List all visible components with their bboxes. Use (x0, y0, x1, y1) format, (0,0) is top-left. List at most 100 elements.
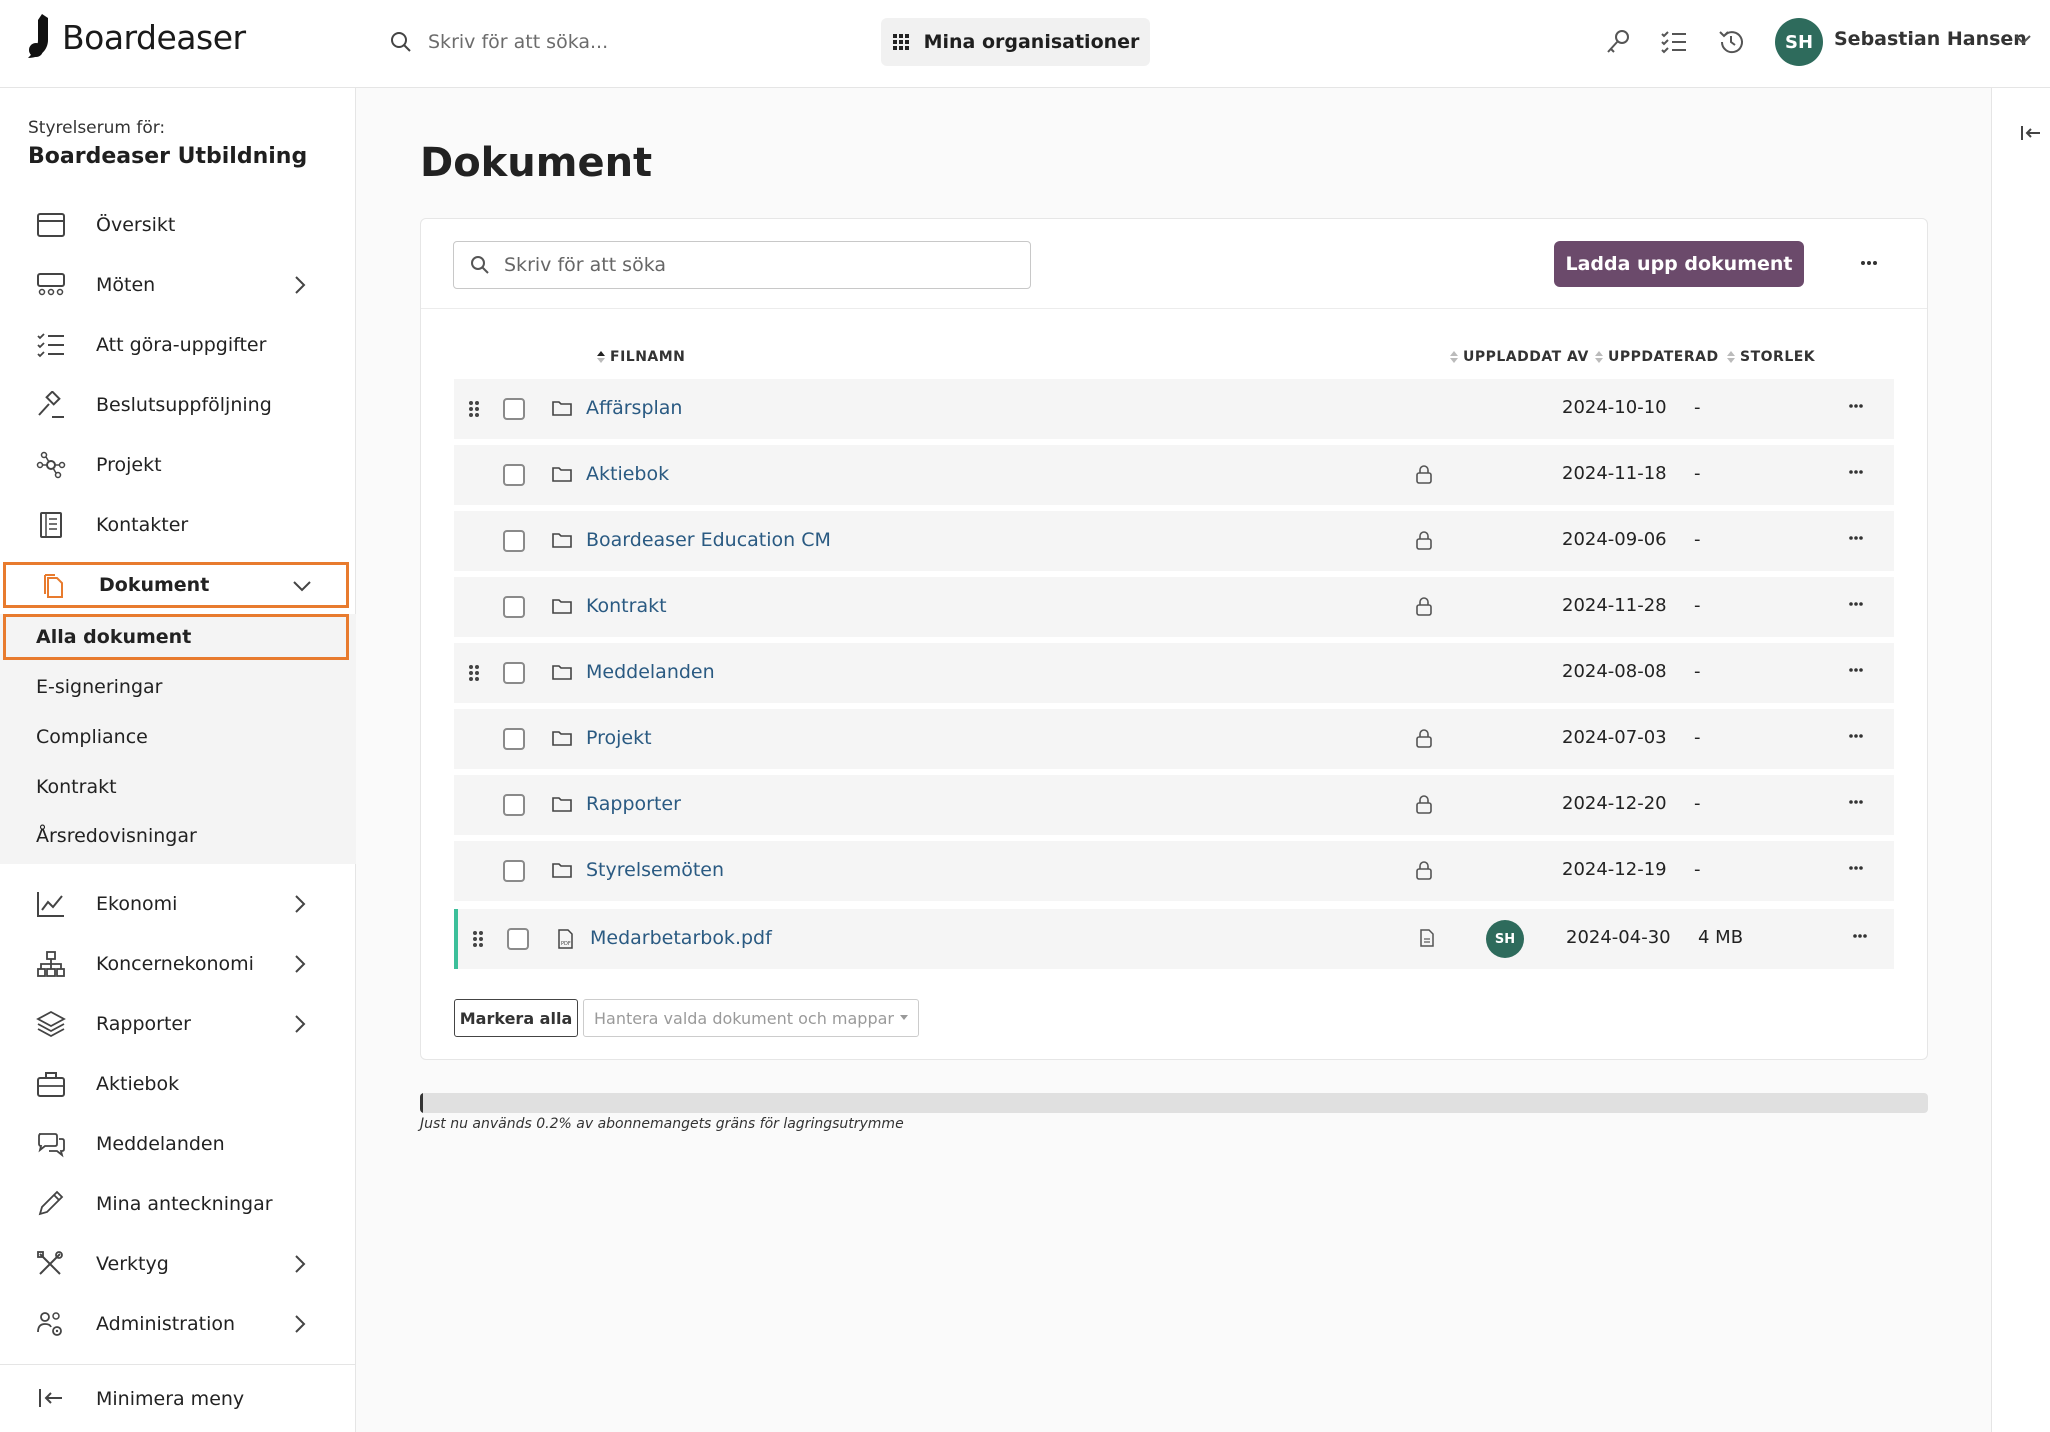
row-checkbox[interactable] (503, 596, 525, 618)
row-name-link[interactable]: Meddelanden (586, 661, 715, 683)
row-size: - (1694, 397, 1701, 418)
row-name-link[interactable]: Projekt (586, 727, 652, 749)
sidebar-item-moten[interactable]: Möten (0, 259, 356, 311)
upload-document-button[interactable]: Ladda upp dokument (1554, 241, 1804, 287)
row-lock-indicator (1415, 464, 1433, 484)
table-row[interactable]: Boardeaser Education CM 2024-09-06 - (454, 511, 1894, 571)
my-organisations-button[interactable]: Mina organisationer (881, 18, 1150, 66)
manage-selected-dropdown[interactable]: Hantera valda dokument och mappar (583, 999, 919, 1037)
row-name-link[interactable]: Styrelsemöten (586, 859, 724, 881)
history-icon[interactable] (1717, 28, 1745, 56)
row-size: - (1694, 793, 1701, 814)
global-search[interactable]: Skriv för att söka... (390, 24, 820, 60)
row-size: - (1694, 529, 1701, 550)
row-more-button[interactable] (1852, 933, 1868, 939)
brand-name: Boardeaser (62, 17, 246, 57)
row-name-link[interactable]: Medarbetarbok.pdf (590, 927, 772, 949)
sidebar-item-projekt[interactable]: Projekt (0, 439, 356, 491)
minimize-menu-button[interactable]: Minimera meny (0, 1364, 356, 1432)
task-list-icon[interactable] (1660, 28, 1688, 56)
mark-all-button[interactable]: Markera alla (454, 999, 578, 1037)
drag-handle-icon (469, 401, 479, 417)
row-more-button[interactable] (1848, 865, 1864, 871)
sidebar-item-dokument[interactable]: Dokument (3, 562, 349, 608)
drag-handle[interactable] (468, 664, 480, 682)
column-header-uploaded-by[interactable]: UPPLADDAT AV (1449, 349, 1589, 365)
table-row[interactable]: Aktiebok 2024-11-18 - (454, 445, 1894, 505)
sidebar-item-ekonomi[interactable]: Ekonomi (0, 878, 356, 930)
documents-submenu: Alla dokument E-signeringar Compliance K… (0, 614, 356, 864)
row-type-icon (551, 530, 573, 550)
row-name-link[interactable]: Kontrakt (586, 595, 667, 617)
sidebar-item-oversikt[interactable]: Översikt (0, 199, 356, 251)
row-name-link[interactable]: Rapporter (586, 793, 681, 815)
sidebar-item-kontakter[interactable]: Kontakter (0, 499, 356, 551)
collapse-left-icon[interactable] (2020, 124, 2042, 142)
brand-logo[interactable]: Boardeaser (26, 14, 246, 60)
submenu-item-e-signeringar[interactable]: E-signeringar (36, 676, 162, 698)
table-row[interactable]: Meddelanden 2024-08-08 - (454, 643, 1894, 703)
global-search-placeholder: Skriv för att söka... (428, 31, 609, 53)
table-row[interactable]: Kontrakt 2024-11-28 - (454, 577, 1894, 637)
row-name-link[interactable]: Aktiebok (586, 463, 669, 485)
table-row[interactable]: Projekt 2024-07-03 - (454, 709, 1894, 769)
caret-down-icon (900, 1015, 908, 1020)
row-more-button[interactable] (1848, 799, 1864, 805)
row-checkbox[interactable] (503, 860, 525, 882)
column-header-filename[interactable]: FILNAMN (596, 349, 685, 365)
row-more-button[interactable] (1848, 535, 1864, 541)
sidebar-item-rapporter[interactable]: Rapporter (0, 998, 356, 1050)
drag-handle[interactable] (468, 400, 480, 418)
sidebar-item-label: Dokument (99, 574, 210, 596)
row-more-button[interactable] (1848, 403, 1864, 409)
uploader-avatar: SH (1486, 920, 1524, 958)
row-name-link[interactable]: Affärsplan (586, 397, 682, 419)
table-row[interactable]: Affärsplan 2024-10-10 - (454, 379, 1894, 439)
row-name-link[interactable]: Boardeaser Education CM (586, 529, 831, 551)
sidebar-item-beslutsuppfoljning[interactable]: Beslutsuppföljning (0, 379, 356, 431)
row-more-button[interactable] (1848, 733, 1864, 739)
column-header-size[interactable]: STORLEK (1726, 349, 1815, 365)
row-checkbox[interactable] (503, 530, 525, 552)
submenu-item-arsredovisningar[interactable]: Årsredovisningar (36, 825, 197, 847)
sidebar-item-att-gora[interactable]: Att göra-uppgifter (0, 319, 356, 371)
row-size: - (1694, 661, 1701, 682)
drag-handle[interactable] (472, 930, 484, 948)
row-checkbox[interactable] (503, 728, 525, 750)
sidebar-item-mina-anteckningar[interactable]: Mina anteckningar (0, 1178, 356, 1230)
sidebar-item-koncernekonomi[interactable]: Koncernekonomi (0, 938, 356, 990)
more-options-button[interactable] (1851, 247, 1887, 279)
column-header-updated[interactable]: UPPDATERAD (1594, 349, 1719, 365)
user-avatar[interactable]: SH (1775, 18, 1823, 66)
table-row[interactable]: Styrelsemöten 2024-12-19 - (454, 841, 1894, 901)
row-more-button[interactable] (1848, 469, 1864, 475)
row-more-button[interactable] (1848, 601, 1864, 607)
storage-usage-bar (420, 1093, 1928, 1113)
row-checkbox[interactable] (503, 794, 525, 816)
submenu-item-compliance[interactable]: Compliance (36, 726, 148, 748)
chevron-down-icon[interactable] (2014, 30, 2032, 48)
user-name[interactable]: Sebastian Hansen (1834, 28, 2027, 50)
calendar-icon (37, 213, 65, 237)
sidebar-item-verktyg[interactable]: Verktyg (0, 1238, 356, 1290)
row-checkbox[interactable] (503, 398, 525, 420)
sidebar-item-meddelanden[interactable]: Meddelanden (0, 1118, 356, 1170)
table-row[interactable]: PDF Medarbetarbok.pdf SH 2024-04-30 4 MB (454, 909, 1894, 969)
submenu-item-alla-dokument[interactable]: Alla dokument (3, 614, 349, 660)
page-title: Dokument (420, 140, 653, 186)
row-lock-indicator (1415, 794, 1433, 814)
chevron-right-icon (295, 1255, 306, 1273)
key-icon[interactable] (1604, 28, 1632, 56)
row-more-button[interactable] (1848, 667, 1864, 673)
row-checkbox[interactable] (507, 928, 529, 950)
room-label: Styrelserum för: (28, 118, 166, 138)
documents-search-input[interactable]: Skriv för att söka (453, 241, 1031, 289)
sidebar-item-aktiebok[interactable]: Aktiebok (0, 1058, 356, 1110)
row-checkbox[interactable] (503, 464, 525, 486)
more-horizontal-icon (1849, 470, 1863, 474)
sidebar-item-administration[interactable]: Administration (0, 1298, 356, 1350)
submenu-item-kontrakt[interactable]: Kontrakt (36, 776, 117, 798)
table-row[interactable]: Rapporter 2024-12-20 - (454, 775, 1894, 835)
row-checkbox[interactable] (503, 662, 525, 684)
sidebar-item-label: Rapporter (96, 1013, 191, 1035)
